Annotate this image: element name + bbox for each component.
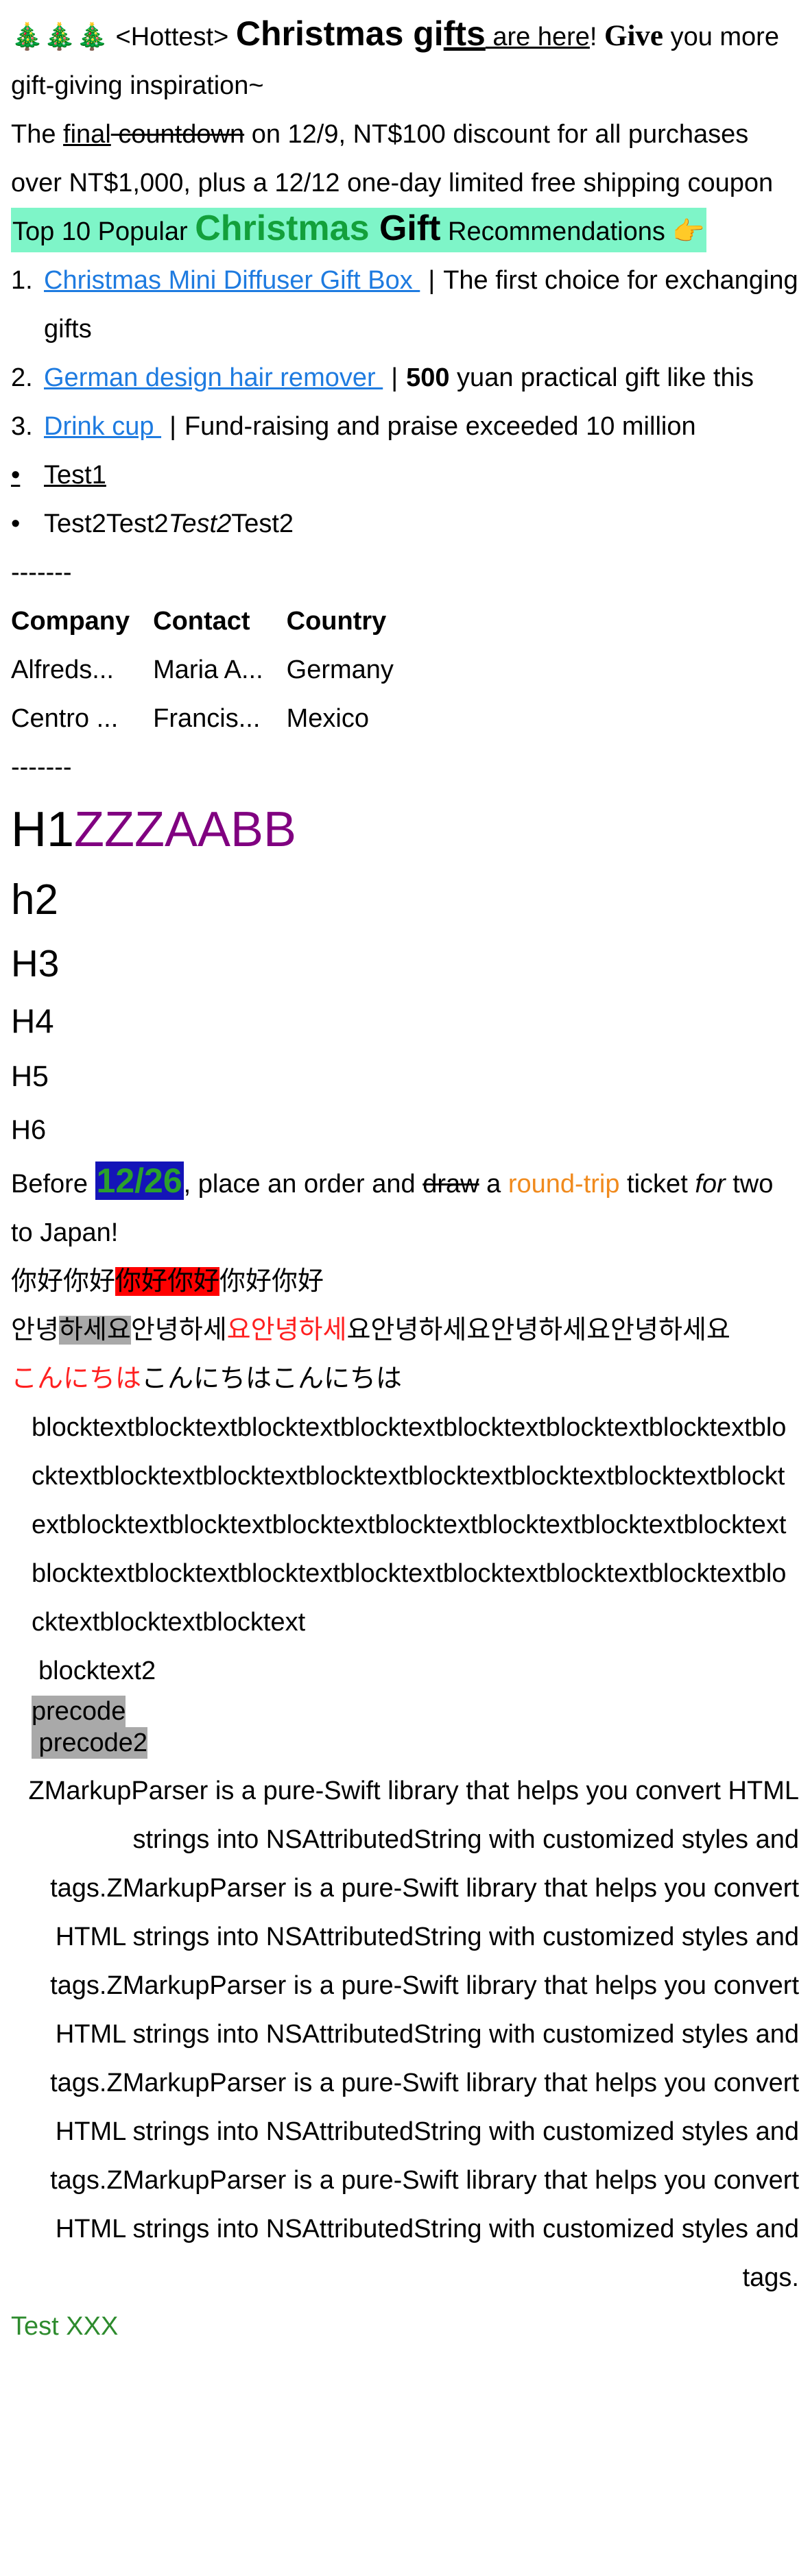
test-item-2b: Test2 bbox=[106, 509, 169, 538]
heading-h4: H4 bbox=[11, 1003, 54, 1040]
separator: | bbox=[169, 412, 176, 441]
table-cell: Centro ... bbox=[11, 704, 119, 733]
top10-prefix: Top 10 Popular bbox=[12, 217, 195, 246]
h1-purple: ZZZAABB bbox=[74, 802, 297, 857]
gift-desc: Fund-raising and praise exceeded 10 mill… bbox=[184, 412, 696, 441]
heading-h2: h2 bbox=[11, 876, 58, 924]
rich-text-view: 🎄🎄🎄 <Hottest> Christmas gifts are here! … bbox=[0, 0, 810, 2351]
table-header-row: Company Contact Country bbox=[11, 597, 417, 646]
gift-desc: yuan practical gift like this bbox=[449, 363, 754, 392]
top10-christmas: Christmas bbox=[195, 208, 370, 248]
korean-line: 안녕하세요안녕하세요안녕하세요안녕하세요안녕하세요안녕하세요 bbox=[11, 1306, 799, 1355]
table-cell: Francis... bbox=[153, 704, 261, 733]
gift-link-drink-cup[interactable]: Drink cup bbox=[44, 412, 161, 441]
promo-bang: ! bbox=[589, 23, 605, 51]
chinese-c: 你好你好 bbox=[219, 1267, 324, 1296]
separator: | bbox=[391, 363, 398, 392]
table-cell: Alfreds... bbox=[11, 655, 114, 684]
test-item-2c: Test2 bbox=[168, 509, 232, 538]
h1-black: H1 bbox=[11, 802, 75, 857]
separator: | bbox=[428, 266, 436, 295]
japanese-line: こんにちはこんにちはこんにちは bbox=[11, 1355, 799, 1404]
list-marker: 3. bbox=[11, 412, 33, 441]
japan-draw: draw bbox=[422, 1170, 479, 1199]
korean-e: 요안녕하세요안녕하세요안녕하세요 bbox=[346, 1316, 730, 1345]
test-item-2a: Test2 bbox=[44, 509, 106, 538]
table-cell: Mexico bbox=[286, 704, 370, 733]
footer-test: Test XXX bbox=[11, 2312, 119, 2341]
promo-christmas: Christmas gi bbox=[235, 14, 444, 53]
precode-1: precode bbox=[32, 1696, 126, 1727]
top10-gift: Gift bbox=[369, 208, 441, 248]
promo-give: Give bbox=[604, 20, 664, 52]
list-marker: 2. bbox=[11, 363, 33, 392]
top10-suffix: Recommendations 👉 bbox=[440, 217, 705, 246]
top10-highlight: Top 10 Popular Christmas Gift Recommenda… bbox=[11, 208, 706, 252]
bullet-marker: • bbox=[11, 509, 21, 538]
column-header: Contact bbox=[153, 607, 250, 636]
chinese-highlight: 你好你好 bbox=[115, 1267, 220, 1296]
list-item: • Test1 bbox=[11, 451, 799, 500]
table-cell: Germany bbox=[286, 655, 394, 684]
korean-red: 요안녕하세 bbox=[226, 1316, 347, 1345]
chinese-line: 你好你好你好你好你好你好 bbox=[11, 1257, 799, 1306]
promo-are-here: are here bbox=[485, 23, 590, 51]
countdown-final: final bbox=[63, 120, 111, 149]
list-item: • Test2Test2Test2Test2 bbox=[11, 500, 799, 549]
countdown-paragraph: The final countdown on 12/9, NT$100 disc… bbox=[11, 110, 799, 208]
test-item-1: Test1 bbox=[44, 461, 106, 490]
japan-for: for bbox=[695, 1170, 726, 1199]
japan-ticket: ticket bbox=[619, 1170, 695, 1199]
test-list: • Test1 • Test2Test2Test2Test2 bbox=[11, 451, 799, 549]
japan-before: Before bbox=[11, 1170, 95, 1199]
list-item: 3. Drink cup | Fund-raising and praise ex… bbox=[11, 402, 799, 451]
promo-headline: 🎄🎄🎄 <Hottest> Christmas gifts are here! … bbox=[11, 10, 799, 110]
heading-h1: H1ZZZAABB bbox=[11, 792, 799, 867]
promo-fts: fts bbox=[443, 14, 486, 53]
test-item-2d: Test2 bbox=[231, 509, 294, 538]
gift-link-diffuser[interactable]: Christmas Mini Diffuser Gift Box bbox=[44, 266, 420, 295]
date-badge: 12/26 bbox=[95, 1161, 184, 1200]
japanese-rest: こんにちはこんにちは bbox=[141, 1364, 403, 1393]
korean-a: 안녕 bbox=[11, 1316, 59, 1345]
korean-c: 안녕하세 bbox=[130, 1316, 227, 1345]
heading-h5: H5 bbox=[11, 1060, 49, 1093]
gift-link-hair-remover[interactable]: German design hair remover bbox=[44, 363, 383, 392]
top10-heading: Top 10 Popular Christmas Gift Recommenda… bbox=[11, 208, 799, 256]
blockquote-text2: blocktext2 bbox=[38, 1657, 156, 1685]
list-marker: 1. bbox=[11, 266, 33, 295]
gift-list: 1. Christmas Mini Diffuser Gift Box | The… bbox=[11, 256, 799, 451]
countdown-strike: countdown bbox=[110, 120, 245, 149]
japan-a: a bbox=[479, 1170, 508, 1199]
divider-dashes: ------- bbox=[11, 753, 72, 782]
countdown-the: The bbox=[11, 120, 64, 149]
promo-hottest: <Hottest> bbox=[108, 23, 236, 51]
zmarkup-paragraph: ZMarkupParser is a pure-Swift library th… bbox=[28, 1777, 799, 2292]
list-item: 1. Christmas Mini Diffuser Gift Box | The… bbox=[11, 256, 799, 354]
list-item: 2. German design hair remover | 500 yuan … bbox=[11, 354, 799, 402]
heading-h3: H3 bbox=[11, 942, 60, 985]
column-header: Company bbox=[11, 607, 130, 636]
japan-roundtrip: round-trip bbox=[508, 1170, 620, 1199]
company-table: Company Contact Country Alfreds... Maria… bbox=[11, 597, 417, 743]
heading-h6: H6 bbox=[11, 1115, 47, 1145]
column-header: Country bbox=[286, 607, 387, 636]
japan-place: , place an order and bbox=[183, 1170, 423, 1199]
bullet-marker: • bbox=[11, 461, 21, 490]
gift-price: 500 bbox=[406, 363, 450, 392]
table-row: Centro ... Francis... Mexico bbox=[11, 695, 417, 743]
chinese-a: 你好你好 bbox=[11, 1267, 116, 1296]
table-row: Alfreds... Maria A... Germany bbox=[11, 646, 417, 695]
divider-dashes: ------- bbox=[11, 558, 72, 587]
korean-highlight: 하세요 bbox=[58, 1316, 131, 1345]
blockquote-text: blocktextblocktextblocktextblocktextbloc… bbox=[32, 1413, 787, 1637]
christmas-tree-icons: 🎄🎄🎄 bbox=[11, 23, 108, 51]
japan-promo: Before 12/26, place an order and draw a … bbox=[11, 1157, 799, 1257]
table-cell: Maria A... bbox=[153, 655, 263, 684]
precode-2: precode2 bbox=[32, 1727, 148, 1759]
precode-block: precode precode2 bbox=[11, 1696, 799, 1759]
japanese-red: こんにちは bbox=[11, 1364, 142, 1393]
